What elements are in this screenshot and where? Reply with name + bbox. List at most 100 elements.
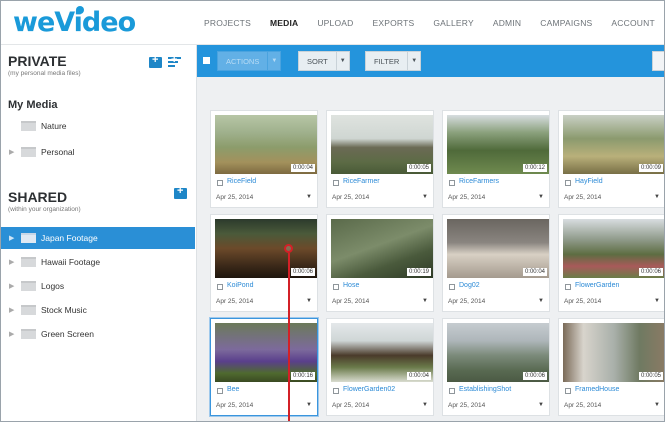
nav-tab-projects[interactable]: PROJECTS [204, 18, 251, 28]
nav-tab-gallery[interactable]: GALLERY [433, 18, 473, 28]
media-name-link[interactable]: Bee [227, 386, 239, 393]
nav-tab-media[interactable]: MEDIA [270, 18, 298, 28]
media-thumbnail[interactable]: 0:00:09 [563, 115, 664, 174]
media-name-link[interactable]: HayField [575, 178, 603, 185]
folder-label: Japan Footage [41, 233, 98, 243]
media-thumbnail[interactable]: 0:00:19 [331, 219, 433, 278]
media-checkbox[interactable] [565, 284, 571, 290]
chevron-down-icon[interactable]: ▼ [422, 194, 428, 200]
media-checkbox[interactable] [449, 180, 455, 186]
duration-badge: 0:00:04 [290, 164, 315, 172]
media-checkbox[interactable] [565, 180, 571, 186]
media-card[interactable]: 0:00:19 Hose Apr 25, 2014 ▼ [326, 214, 434, 312]
chevron-down-icon[interactable]: ▼ [538, 194, 544, 200]
chevron-down-icon[interactable]: ▼ [422, 298, 428, 304]
chevron-right-icon[interactable]: ▶ [9, 234, 17, 242]
chevron-down-icon[interactable]: ▼ [538, 402, 544, 408]
media-name-link[interactable]: RiceFarmer [343, 178, 380, 185]
media-thumbnail[interactable]: 0:00:05 [331, 115, 433, 174]
media-card[interactable]: 0:00:06 FlowerGarden Apr 25, 2014 ▼ [558, 214, 664, 312]
select-all-checkbox[interactable] [203, 57, 210, 64]
toolbar-search-field-edge[interactable] [652, 51, 664, 71]
media-card[interactable]: 0:00:04 FlowerGarden02 Apr 25, 2014 ▼ [326, 318, 434, 416]
media-name-link[interactable]: Hose [343, 282, 359, 289]
chevron-right-icon[interactable]: ▶ [9, 330, 17, 338]
media-name-link[interactable]: FlowerGarden02 [343, 386, 395, 393]
folder-item[interactable]: ▶ Logos [1, 275, 195, 297]
media-name-link[interactable]: KoiPond [227, 282, 253, 289]
chevron-right-icon[interactable]: ▶ [9, 282, 17, 290]
nav-tab-campaigns[interactable]: CAMPAIGNS [540, 18, 592, 28]
nav-tab-account[interactable]: ACCOUNT [611, 18, 654, 28]
chevron-down-icon[interactable]: ▼ [306, 194, 312, 200]
folder-icon [21, 147, 36, 157]
media-thumbnail[interactable]: 0:00:06 [447, 323, 549, 382]
chevron-down-icon[interactable]: ▼ [654, 402, 660, 408]
add-folder-icon[interactable] [149, 54, 162, 68]
chevron-down-icon[interactable]: ▼ [538, 298, 544, 304]
media-name-link[interactable]: FramedHouse [575, 386, 619, 393]
folder-item[interactable]: ▶ Hawaii Footage [1, 251, 195, 273]
folder-item[interactable]: Nature [1, 115, 195, 137]
media-thumbnail[interactable]: 0:00:04 [331, 323, 433, 382]
nav-tab-exports[interactable]: EXPORTS [373, 18, 415, 28]
media-checkbox[interactable] [217, 284, 223, 290]
media-thumbnail[interactable]: 0:00:05 [563, 323, 664, 382]
nav-tab-admin[interactable]: ADMIN [493, 18, 521, 28]
filter-dropdown[interactable]: FILTER ▼ [365, 51, 422, 71]
folder-icon [21, 281, 36, 291]
media-grid: 0:00:04 RiceField Apr 25, 2014 ▼ 0:00:05 Rice… [197, 77, 664, 421]
duration-badge: 0:00:16 [290, 372, 315, 380]
folder-item[interactable]: ▶ Personal [1, 141, 195, 163]
media-checkbox[interactable] [565, 388, 571, 394]
media-thumbnail[interactable]: 0:00:04 [215, 115, 317, 174]
media-card[interactable]: 0:00:04 Dog02 Apr 25, 2014 ▼ [442, 214, 550, 312]
folder-item[interactable]: ▶ Stock Music [1, 299, 195, 321]
media-thumbnail[interactable]: 0:00:16 [215, 323, 317, 382]
chevron-down-icon[interactable]: ▼ [654, 298, 660, 304]
media-checkbox[interactable] [333, 180, 339, 186]
sort-dropdown[interactable]: SORT ▼ [298, 51, 350, 71]
media-checkbox[interactable] [333, 388, 339, 394]
chevron-down-icon[interactable]: ▼ [654, 194, 660, 200]
media-date: Apr 25, 2014 [332, 402, 370, 409]
wevideo-logo[interactable]: weVideo [13, 6, 136, 38]
folder-item[interactable]: ▶ Japan Footage [1, 227, 195, 249]
media-checkbox[interactable] [217, 388, 223, 394]
chevron-right-icon[interactable]: ▶ [9, 148, 17, 156]
media-name-link[interactable]: RiceFarmers [459, 178, 499, 185]
media-card[interactable]: 0:00:06 KoiPond Apr 25, 2014 ▼ [210, 214, 318, 312]
media-checkbox[interactable] [449, 284, 455, 290]
media-name-link[interactable]: EstablishingShot [459, 386, 511, 393]
actions-dropdown[interactable]: ACTIONS ▼ [217, 51, 282, 71]
media-card[interactable]: 0:00:16 Bee Apr 25, 2014 ▼ [210, 318, 318, 416]
media-thumbnail[interactable]: 0:00:06 [563, 219, 664, 278]
media-checkbox[interactable] [449, 388, 455, 394]
chevron-down-icon: ▼ [267, 52, 280, 70]
media-thumbnail[interactable]: 0:00:04 [447, 219, 549, 278]
media-card[interactable]: 0:00:12 RiceFarmers Apr 25, 2014 ▼ [442, 110, 550, 208]
chevron-down-icon[interactable]: ▼ [306, 402, 312, 408]
media-card[interactable]: 0:00:04 RiceField Apr 25, 2014 ▼ [210, 110, 318, 208]
media-date: Apr 25, 2014 [216, 298, 254, 305]
media-card[interactable]: 0:00:09 HayField Apr 25, 2014 ▼ [558, 110, 664, 208]
nav-tab-upload[interactable]: UPLOAD [317, 18, 353, 28]
media-thumbnail[interactable]: 0:00:12 [447, 115, 549, 174]
folder-item[interactable]: ▶ Green Screen [1, 323, 195, 345]
media-name-link[interactable]: FlowerGarden [575, 282, 619, 289]
sort-list-icon[interactable] [168, 54, 182, 68]
chevron-right-icon[interactable]: ▶ [9, 258, 17, 266]
add-shared-folder-icon[interactable] [174, 185, 187, 199]
media-date: Apr 25, 2014 [448, 298, 486, 305]
media-card[interactable]: 0:00:05 FramedHouse Apr 25, 2014 ▼ [558, 318, 664, 416]
media-name-link[interactable]: RiceField [227, 178, 256, 185]
chevron-down-icon[interactable]: ▼ [422, 402, 428, 408]
media-card[interactable]: 0:00:06 EstablishingShot Apr 25, 2014 ▼ [442, 318, 550, 416]
chevron-right-icon[interactable]: ▶ [9, 306, 17, 314]
media-thumbnail[interactable]: 0:00:06 [215, 219, 317, 278]
media-checkbox[interactable] [217, 180, 223, 186]
chevron-down-icon[interactable]: ▼ [306, 298, 312, 304]
media-checkbox[interactable] [333, 284, 339, 290]
media-card[interactable]: 0:00:05 RiceFarmer Apr 25, 2014 ▼ [326, 110, 434, 208]
media-name-link[interactable]: Dog02 [459, 282, 480, 289]
